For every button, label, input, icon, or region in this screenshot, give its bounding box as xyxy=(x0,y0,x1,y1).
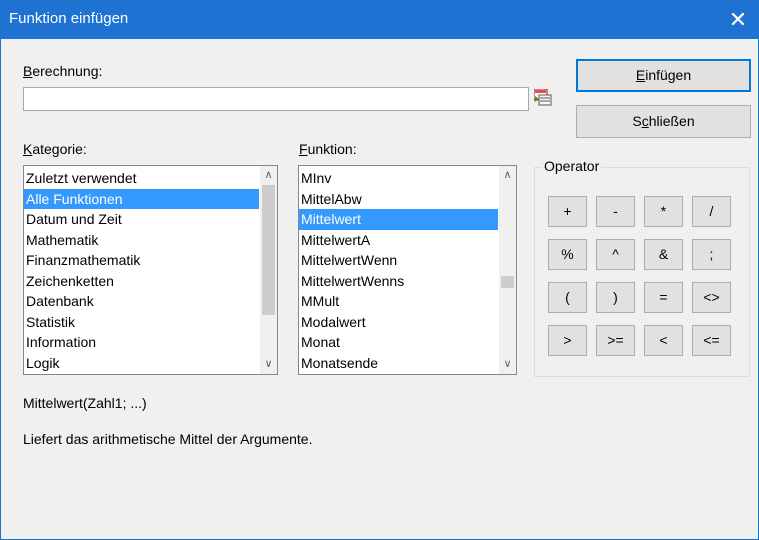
calculation-input[interactable] xyxy=(24,88,528,110)
function-list-item[interactable]: MMult xyxy=(299,291,498,312)
category-scroll-thumb[interactable] xyxy=(262,185,275,315)
category-label: Kategorie: xyxy=(23,141,87,157)
function-list-item[interactable]: MittelAbw xyxy=(299,189,498,210)
category-list-item[interactable]: Datum und Zeit xyxy=(24,209,259,230)
scroll-down-arrow-icon[interactable]: ∨ xyxy=(260,356,277,373)
function-list-item[interactable]: MInv xyxy=(299,168,498,189)
function-listbox[interactable]: MInv MittelAbw Mittelwert MittelwertA Mittel… xyxy=(298,165,517,375)
operator-button-greater-equal[interactable]: >= xyxy=(596,325,635,356)
operator-button-less-equal[interactable]: <= xyxy=(692,325,731,356)
category-list-item[interactable]: Finanzmathematik xyxy=(24,250,259,271)
function-list: MInv MittelAbw Mittelwert MittelwertA Mittel… xyxy=(299,168,498,373)
close-button-label: Schließen xyxy=(632,113,695,129)
insert-function-dialog: Funktion einfügen ✕ Berechnung: Einfügen… xyxy=(0,0,759,540)
function-list-item[interactable]: Monatsende xyxy=(299,353,498,374)
calculation-label: Berechnung: xyxy=(23,63,102,79)
category-list: Zuletzt verwendet Alle Funktionen Datum un… xyxy=(24,168,259,373)
operator-button-power[interactable]: ^ xyxy=(596,239,635,270)
function-scroll-thumb[interactable] xyxy=(501,276,514,288)
close-button[interactable]: Schließen xyxy=(576,105,751,138)
function-syntax: Mittelwert(Zahl1; ...) xyxy=(23,395,147,411)
category-list-item[interactable]: Statistik xyxy=(24,312,259,333)
operator-button-close-paren[interactable]: ) xyxy=(596,282,635,313)
insert-button[interactable]: Einfügen xyxy=(576,59,751,92)
operator-button-minus[interactable]: - xyxy=(596,196,635,227)
function-label-text: Funktion: xyxy=(299,141,357,157)
category-list-item[interactable]: Datenbank xyxy=(24,291,259,312)
operator-button-open-paren[interactable]: ( xyxy=(548,282,587,313)
scroll-down-arrow-icon[interactable]: ∨ xyxy=(499,356,516,373)
operator-button-multiply[interactable]: * xyxy=(644,196,683,227)
function-scrollbar[interactable]: ∧ ∨ xyxy=(499,166,516,374)
operator-button-plus[interactable]: + xyxy=(548,196,587,227)
calculation-field[interactable] xyxy=(23,87,529,111)
operator-button-divide[interactable]: / xyxy=(692,196,731,227)
operator-button-equals[interactable]: = xyxy=(644,282,683,313)
function-list-item[interactable]: Mittelwert xyxy=(299,209,498,230)
category-scrollbar[interactable]: ∧ ∨ xyxy=(260,166,277,374)
scroll-up-arrow-icon[interactable]: ∧ xyxy=(499,167,516,184)
dialog-title: Funktion einfügen xyxy=(9,10,129,27)
operator-button-concat[interactable]: & xyxy=(644,239,683,270)
category-list-item[interactable]: Logik xyxy=(24,353,259,374)
function-label: Funktion: xyxy=(299,141,357,157)
function-list-item[interactable]: MittelwertWenns xyxy=(299,271,498,292)
category-list-item[interactable]: Zuletzt verwendet xyxy=(24,168,259,189)
operator-button-not-equal[interactable]: <> xyxy=(692,282,731,313)
category-list-item[interactable]: Zeichenketten xyxy=(24,271,259,292)
operator-button-greater[interactable]: > xyxy=(548,325,587,356)
formula-picker-icon[interactable] xyxy=(533,88,552,106)
calculation-label-text: Berechnung: xyxy=(23,63,103,79)
category-listbox[interactable]: Zuletzt verwendet Alle Funktionen Datum un… xyxy=(23,165,278,375)
function-description: Liefert das arithmetische Mittel der Arg… xyxy=(23,431,313,447)
operator-button-percent[interactable]: % xyxy=(548,239,587,270)
function-list-item[interactable]: MittelwertWenn xyxy=(299,250,498,271)
function-list-item[interactable]: MittelwertA xyxy=(299,230,498,251)
title-bar: Funktion einfügen ✕ xyxy=(1,1,758,39)
close-icon[interactable]: ✕ xyxy=(718,1,758,39)
category-list-item[interactable]: Mathematik xyxy=(24,230,259,251)
category-label-text: Kategorie: xyxy=(23,141,87,157)
category-list-item[interactable]: Alle Funktionen xyxy=(24,188,259,209)
category-list-item[interactable]: Information xyxy=(24,332,259,353)
insert-button-label: Einfügen xyxy=(635,67,692,83)
scroll-up-arrow-icon[interactable]: ∧ xyxy=(260,167,277,184)
operator-label: Operator xyxy=(542,158,602,174)
operator-button-semicolon[interactable]: ; xyxy=(692,239,731,270)
function-list-item[interactable]: Monat xyxy=(299,332,498,353)
operator-button-less[interactable]: < xyxy=(644,325,683,356)
function-list-item[interactable]: Modalwert xyxy=(299,312,498,333)
